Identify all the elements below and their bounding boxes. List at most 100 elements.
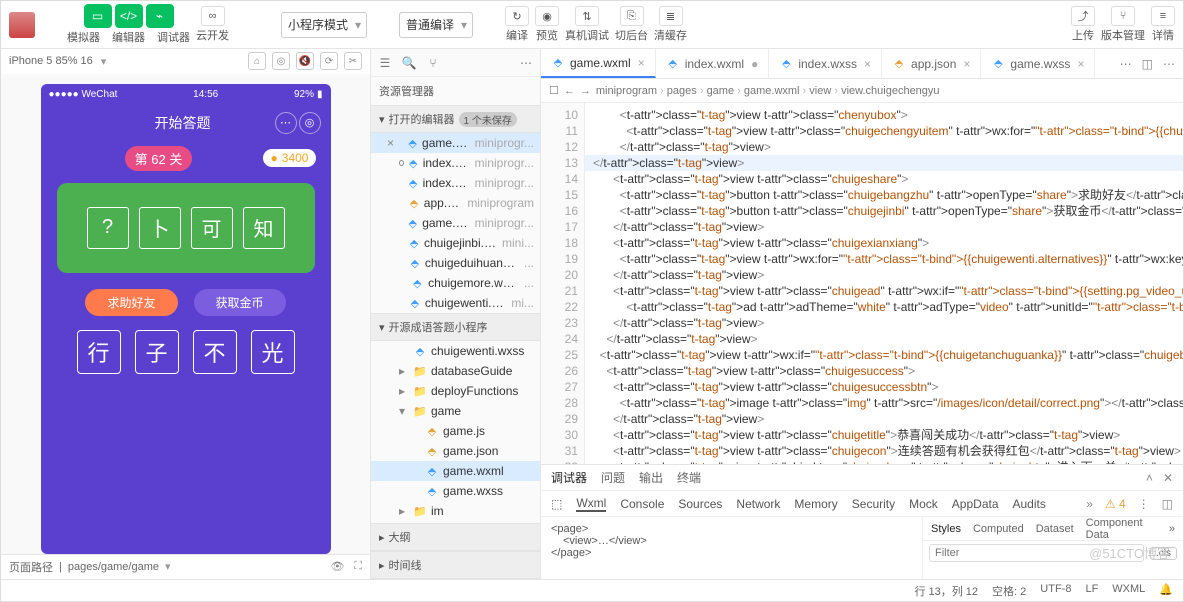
tree-item[interactable]: ⬘game.wxml (371, 461, 540, 481)
tab-debugger[interactable]: 调试器 (551, 469, 587, 486)
open-editor-item[interactable]: ⬘index.wxmlminiprogr... (371, 153, 540, 173)
open-editors-section[interactable]: ▾ 打开的编辑器 1 个未保存 (371, 105, 540, 133)
option-button[interactable]: 光 (251, 330, 295, 374)
cloud-dev-button[interactable]: ∞ (201, 6, 225, 26)
crumb-item[interactable]: view.chuigechengyu (841, 85, 939, 97)
detail-button[interactable]: ≡ (1151, 6, 1175, 26)
option-button[interactable]: 不 (193, 330, 237, 374)
language[interactable]: WXML (1112, 583, 1145, 599)
subtab-appdata[interactable]: AppData (952, 497, 999, 511)
tree-item[interactable]: ▸📁deployFunctions (371, 381, 540, 401)
debugger-button[interactable]: ⌁ (146, 4, 174, 28)
subtab-sources[interactable]: Sources (678, 497, 722, 511)
timeline-section[interactable]: ▸ 时间线 (371, 551, 540, 579)
expand-icon[interactable]: ⛶ (354, 560, 362, 573)
remote-debug-button[interactable]: ⇅ (575, 6, 599, 26)
editor-button[interactable]: </> (115, 4, 143, 28)
editor-tab[interactable]: ⬘app.json× (882, 49, 981, 78)
inspect-icon[interactable]: ⬚ (551, 497, 562, 511)
tree-item[interactable]: ▸📁im (371, 501, 540, 521)
eol[interactable]: LF (1085, 583, 1098, 599)
sim-mute-icon[interactable]: 🔇 (296, 52, 314, 70)
tab-terminal[interactable]: 终端 (677, 469, 701, 486)
chevron-up-icon[interactable]: ˄ (1146, 471, 1153, 485)
avatar[interactable] (9, 12, 35, 38)
open-editor-item[interactable]: ⬘app.jsonminiprogram (371, 193, 540, 213)
open-editor-item[interactable]: ⬘index.wxssminiprogr... (371, 173, 540, 193)
tree-item[interactable]: ⬘game.wxss (371, 481, 540, 501)
open-editor-item[interactable]: ⬘chuigeduihuan.wxss... (371, 253, 540, 273)
dock-icon[interactable]: ◫ (1162, 497, 1173, 511)
more-icon[interactable]: ⋮ (1138, 497, 1150, 511)
device-label[interactable]: iPhone 5 85% 16 (9, 55, 93, 67)
footer-path[interactable]: pages/game/game (68, 561, 159, 573)
tab-output[interactable]: 输出 (639, 469, 663, 486)
project-section[interactable]: ▾ 开源成语答题小程序 (371, 313, 540, 341)
simulator-button[interactable]: ▭ (84, 4, 112, 28)
crumb-item[interactable]: miniprogram (596, 85, 657, 97)
forward-icon[interactable]: → (580, 85, 591, 97)
tree-item[interactable]: ⬘chuigewenti.wxss (371, 341, 540, 361)
sim-rotate-icon[interactable]: ⟳ (320, 52, 338, 70)
crumb-item[interactable]: game.wxml (744, 85, 800, 97)
option-button[interactable]: 行 (77, 330, 121, 374)
menu-icon[interactable]: ⋯ (275, 112, 297, 134)
open-editor-item[interactable]: ⬘chuigemore.wxss... (371, 273, 540, 293)
subtab-mock[interactable]: Mock (909, 497, 938, 511)
rtab-component[interactable]: Component Data (1086, 517, 1157, 541)
encoding[interactable]: UTF-8 (1040, 583, 1071, 599)
close-icon[interactable]: ◎ (299, 112, 321, 134)
cache-button[interactable]: ≣ (659, 6, 683, 26)
coin-button[interactable]: 获取金币 (194, 289, 286, 316)
wxml-tree[interactable]: <page> <view>…</view> </page> (541, 517, 923, 579)
crumb-item[interactable]: game (707, 85, 735, 97)
tree-item[interactable]: ▸📁databaseGuide (371, 361, 540, 381)
background-button[interactable]: ⎘ (620, 6, 644, 26)
coins-badge[interactable]: 3400 (263, 149, 317, 167)
list-icon[interactable]: ☰ (377, 56, 393, 70)
indent-info[interactable]: 空格: 2 (992, 583, 1026, 599)
subtab-wxml[interactable]: Wxml (576, 496, 606, 512)
tree-item[interactable]: ⬘game.json (371, 441, 540, 461)
open-editor-item[interactable]: ×⬘game.wxmlminiprogr... (371, 133, 540, 153)
sim-record-icon[interactable]: ◎ (272, 52, 290, 70)
tree-item[interactable]: ⬘game.js (371, 421, 540, 441)
bookmark-icon[interactable]: ☐ (549, 84, 559, 97)
rtab-styles[interactable]: Styles (931, 523, 961, 535)
subtab-console[interactable]: Console (620, 497, 664, 511)
subtab-network[interactable]: Network (736, 497, 780, 511)
rtab-computed[interactable]: Computed (973, 523, 1024, 535)
help-button[interactable]: 求助好友 (85, 289, 177, 316)
subtab-audits[interactable]: Audits (1013, 497, 1046, 511)
tab-more-icon[interactable]: ⋯ (1120, 57, 1132, 71)
close-icon[interactable]: ✕ (1163, 471, 1173, 485)
search-icon[interactable]: 🔍 (401, 56, 417, 70)
open-editor-item[interactable]: ⬘chuigewenti.wxssmi... (371, 293, 540, 313)
editor-tab[interactable]: ⬘index.wxml● (656, 49, 770, 78)
version-button[interactable]: ⑂ (1111, 6, 1135, 26)
subtab-security[interactable]: Security (852, 497, 895, 511)
sim-cut-icon[interactable]: ✂ (344, 52, 362, 70)
tab-overflow-icon[interactable]: ⋯ (1163, 57, 1175, 71)
tab-split-icon[interactable]: ◫ (1142, 57, 1153, 71)
filter-input[interactable] (929, 544, 1144, 562)
code-editor[interactable]: 1011121314151617181920212223242526272829… (541, 103, 1183, 464)
crumb-item[interactable]: pages (667, 85, 697, 97)
tree-item[interactable]: ▾📁game (371, 401, 540, 421)
branch-icon[interactable]: ⑂ (425, 56, 441, 70)
open-editor-item[interactable]: ⬘chuigejinbi.wxssmini... (371, 233, 540, 253)
compile-button[interactable]: ↻ (505, 6, 529, 26)
option-button[interactable]: 子 (135, 330, 179, 374)
cls-button[interactable]: .cls (1150, 547, 1177, 560)
compile-mode-select[interactable]: 普通编译 (399, 12, 473, 38)
back-icon[interactable]: ← (564, 85, 575, 97)
sim-home-icon[interactable]: ⌂ (248, 52, 266, 70)
subtab-memory[interactable]: Memory (794, 497, 837, 511)
bell-icon[interactable]: 🔔 (1159, 583, 1173, 599)
upload-button[interactable]: ⤴ (1071, 6, 1095, 26)
more-icon[interactable]: ⋯ (518, 56, 534, 70)
editor-tab[interactable]: ⬘index.wxss× (769, 49, 882, 78)
editor-tab[interactable]: ⬘game.wxml× (541, 49, 656, 78)
crumb-item[interactable]: view (809, 85, 831, 97)
tab-problems[interactable]: 问题 (601, 469, 625, 486)
